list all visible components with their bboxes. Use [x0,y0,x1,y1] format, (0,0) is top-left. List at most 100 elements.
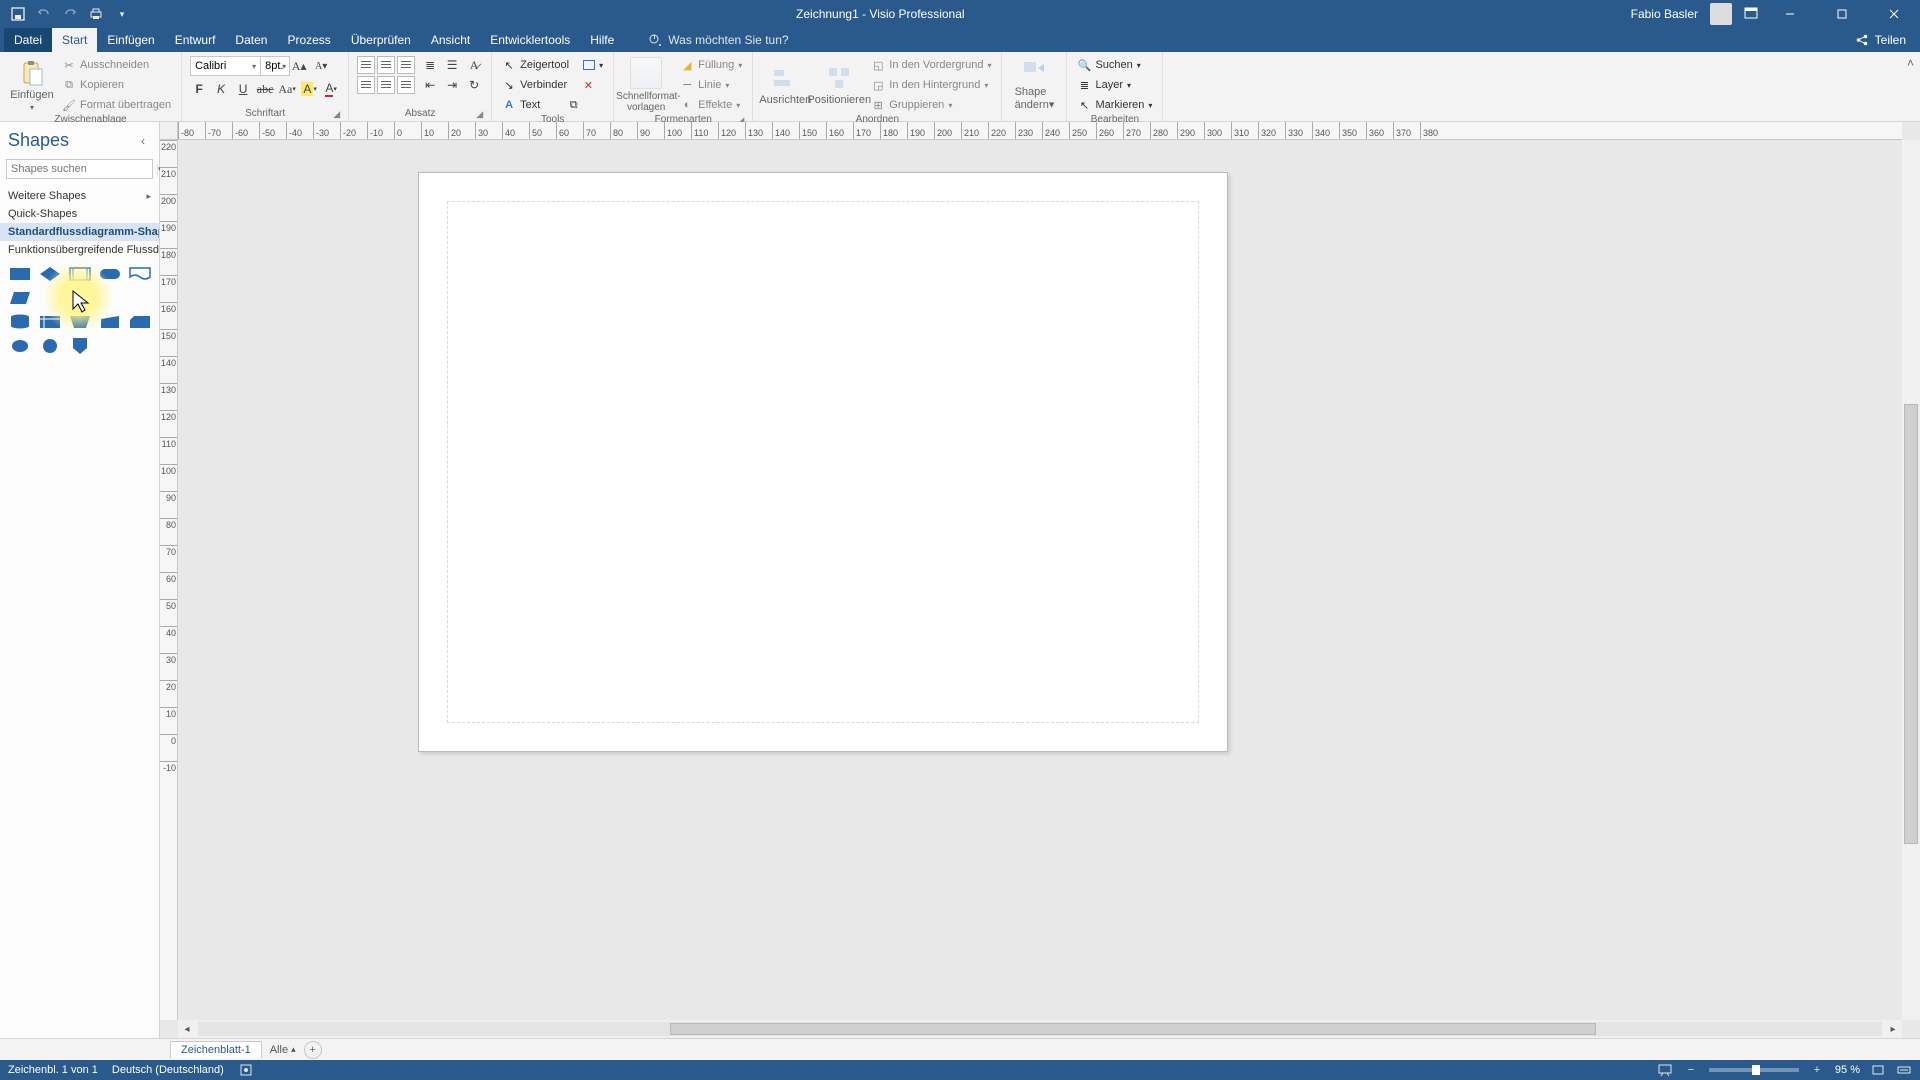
case-button[interactable]: Aa▾ [278,80,296,98]
shape-offpage[interactable] [68,337,92,355]
tab-start[interactable]: Start [52,28,97,52]
stencil-item[interactable]: Quick-Shapes [0,205,159,223]
strike-button[interactable]: abc [256,80,274,98]
layer-button[interactable]: ≣Layer▾ [1075,76,1154,94]
shape-subprocess[interactable] [68,265,92,283]
align-button[interactable]: Ausrichten [761,64,809,106]
scroll-left-icon[interactable]: ◂ [178,1020,196,1038]
zoom-in-button[interactable]: + [1809,1062,1825,1078]
canvas[interactable] [178,140,1902,1020]
position-button[interactable]: Positionieren [815,64,863,106]
redo-icon[interactable] [62,6,78,22]
fit-page-icon[interactable] [1870,1062,1886,1078]
select-button[interactable]: ↖Markieren▾ [1075,96,1154,114]
line-button[interactable]: ─Linie▾ [678,76,744,94]
indent-inc-button[interactable]: ⇥ [443,76,461,94]
rotate-text-button[interactable]: ↻ [465,76,483,94]
copy-button[interactable]: ⧉Kopieren [60,76,173,94]
text-tool-button[interactable]: AText ⧉ [500,96,605,114]
tab-überprüfen[interactable]: Überprüfen [341,28,421,52]
effects-button[interactable]: ◐Effekte▾ [678,96,744,114]
shapes-search-input[interactable] [7,163,157,175]
minimize-button[interactable] [1770,0,1810,28]
shapes-panel-collapse-icon[interactable]: ‹ [135,133,151,149]
close-button[interactable] [1874,0,1914,28]
zoom-value[interactable]: 95 % [1835,1064,1860,1076]
shape-document[interactable] [128,265,152,283]
connector-tool-button[interactable]: ↘Verbinder ✕ [500,76,605,94]
underline-button[interactable]: U [234,80,252,98]
tab-daten[interactable]: Daten [225,28,277,52]
shape-process[interactable] [8,265,32,283]
add-page-button[interactable]: + [304,1041,322,1059]
shape-connector-on[interactable] [8,337,32,355]
italic-button[interactable]: K [212,80,230,98]
paste-button[interactable]: Einfügen ▾ [8,59,56,112]
maximize-button[interactable] [1822,0,1862,28]
zoom-slider[interactable] [1709,1068,1799,1072]
change-shape-button[interactable]: Shapeändern▾ [1010,56,1058,111]
shape-card[interactable] [128,313,152,331]
scrollbar-horizontal[interactable]: ◂ ▸ [178,1020,1902,1038]
pointer-tool-button[interactable]: ↖Zeigertool ▾ [500,56,605,74]
align-buttons[interactable] [357,56,415,94]
numbering-button[interactable]: ☰ [443,56,461,74]
tab-hilfe[interactable]: Hilfe [580,28,624,52]
shape-external[interactable] [38,313,62,331]
group-button[interactable]: ⊞Gruppieren▾ [869,96,993,114]
highlight-button[interactable]: A▾ [300,80,318,98]
shape-connector-circle[interactable] [38,337,62,355]
font-name-input[interactable] [190,56,262,76]
fill-button[interactable]: ◢Füllung▾ [678,56,744,74]
grow-font-button[interactable]: A▴ [290,57,308,75]
ribbon-collapse-icon[interactable]: ˄ [1907,56,1914,70]
font-dialog-launcher[interactable]: ◢ [333,109,340,120]
tab-ansicht[interactable]: Ansicht [421,28,480,52]
tab-prozess[interactable]: Prozess [277,28,340,52]
shape-data[interactable] [8,289,32,307]
undo-icon[interactable] [36,6,52,22]
clear-format-button[interactable]: A̷ [465,56,483,74]
scrollbar-vertical[interactable] [1902,140,1920,1020]
find-button[interactable]: 🔍Suchen▾ [1075,56,1154,74]
more-shapes-item[interactable]: Weitere Shapes▸ [0,187,159,205]
page-tab-all[interactable]: Alle▴ [270,1044,296,1056]
drawing-page[interactable] [418,172,1228,752]
tab-entwicklertools[interactable]: Entwicklertools [480,28,580,52]
format-painter-button[interactable]: 🖌Format übertragen [60,96,173,114]
user-name[interactable]: Fabio Basler [1631,7,1698,21]
tab-einfügen[interactable]: Einfügen [97,28,164,52]
shape-start-end[interactable] [98,265,122,283]
page-tab-1[interactable]: Zeichenblatt-1 [170,1041,262,1058]
font-size-input[interactable] [260,56,290,76]
status-language[interactable]: Deutsch (Deutschland) [112,1064,224,1076]
fit-width-icon[interactable] [1896,1062,1912,1078]
scroll-right-icon[interactable]: ▸ [1884,1020,1902,1038]
presentation-mode-icon[interactable] [1657,1062,1673,1078]
share-button[interactable]: Teilen [1875,33,1906,47]
shape-decision[interactable] [38,265,62,283]
shape-database[interactable] [8,313,32,331]
macro-record-icon[interactable] [238,1062,254,1078]
stencil-item[interactable]: Standardflussdiagramm-Shapes [0,223,159,241]
bullets-button[interactable]: ≣ [421,56,439,74]
shrink-font-button[interactable]: A▾ [312,57,330,75]
save-icon[interactable] [10,6,26,22]
font-color-button[interactable]: A▾ [322,80,340,98]
tab-file[interactable]: Datei [4,28,52,52]
zoom-out-button[interactable]: − [1683,1062,1699,1078]
shape-custom1[interactable] [68,313,92,331]
cut-button[interactable]: ✂Ausschneiden [60,56,173,74]
ribbon-options-icon[interactable] [1744,7,1758,22]
user-avatar[interactable] [1710,3,1732,25]
bold-button[interactable]: F [190,80,208,98]
paragraph-dialog-launcher[interactable]: ◢ [476,109,483,120]
indent-dec-button[interactable]: ⇤ [421,76,439,94]
tab-entwurf[interactable]: Entwurf [165,28,226,52]
stencil-item[interactable]: Funktionsübergreifende Flussdiagra... [0,241,159,259]
print-icon[interactable] [88,6,104,22]
qat-more-icon[interactable]: ▾ [114,6,130,22]
tell-me[interactable]: Was möchten Sie tun? [638,28,788,52]
bring-front-button[interactable]: ◱In den Vordergrund▾ [869,56,993,74]
quick-styles-button[interactable]: Schnellformat-vorlagen [622,57,670,113]
